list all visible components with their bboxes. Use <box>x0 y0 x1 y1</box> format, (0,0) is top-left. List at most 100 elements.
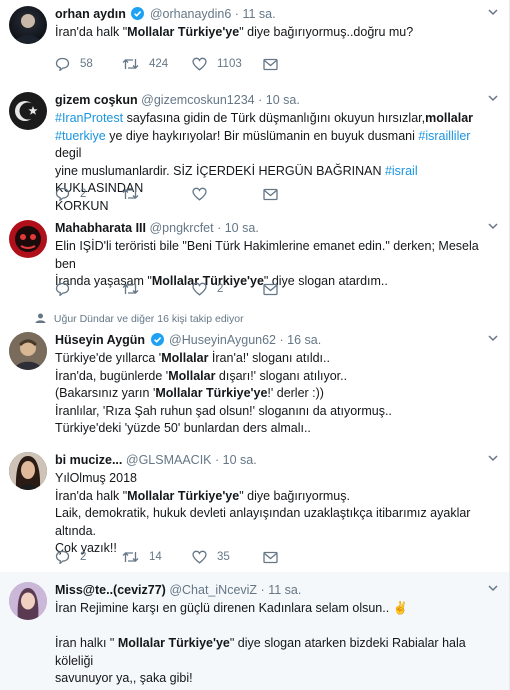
timestamp[interactable]: 10 sa. <box>266 93 300 107</box>
text-run: degil <box>55 146 82 160</box>
author-handle[interactable]: @Chat_iNceviZ <box>169 583 257 597</box>
tweet-text-line: Elin IŞİD'li teröristi bile "Beni Türk H… <box>55 238 498 273</box>
reply-button[interactable]: 2 <box>55 549 86 565</box>
tweet-text-line: (Bakarsınız yarın 'Mollalar Türkiye'ye!'… <box>55 385 498 403</box>
text-run: !' derler :)) <box>267 386 324 400</box>
message-button[interactable] <box>263 186 278 202</box>
chevron-down-icon[interactable] <box>488 454 498 462</box>
tweet-text-line: savunuyor ya,, şaka gibi! <box>55 670 498 688</box>
tweet-text: YılOlmuş 2018 İran'da halk "Mollalar Türk… <box>55 470 498 558</box>
tweet-text-line: #tuerkiye ye diye haykırıyolar! Bir müsl… <box>55 128 498 163</box>
retweet-button[interactable] <box>122 186 139 202</box>
like-count: 1103 <box>217 58 242 70</box>
chevron-down-icon[interactable] <box>488 94 498 102</box>
tweet[interactable]: Miss@te..(ceviz77) @Chat_iNceviZ · 11 sa… <box>0 572 510 690</box>
chevron-down-icon[interactable] <box>488 8 498 16</box>
text-run: İran Rejimine karşı en güçlü direnen Kad… <box>55 601 409 615</box>
message-button[interactable] <box>263 281 278 297</box>
like-button[interactable] <box>192 186 207 202</box>
tweet-text: İran Rejimine karşı en güçlü direnen Kad… <box>55 600 498 688</box>
avatar[interactable] <box>9 332 47 370</box>
avatar[interactable] <box>9 582 47 620</box>
tweet[interactable]: Uğur Dündar ve diğer 16 kişi takip ediyo… <box>0 304 510 443</box>
timestamp[interactable]: 11 sa. <box>242 7 275 21</box>
retweet-button[interactable] <box>122 281 139 297</box>
reply-button[interactable]: 2 <box>55 186 86 202</box>
heart-icon <box>192 282 207 296</box>
tweet-text-line: İran'da, bugünlerde 'Mollalar dışarı!' s… <box>55 368 498 386</box>
timestamp[interactable]: 16 sa. <box>287 333 321 347</box>
text-run: dışarı!' sloganı atılıyor.. <box>215 368 348 383</box>
like-count: 35 <box>217 551 230 563</box>
chevron-down-icon[interactable] <box>488 584 498 592</box>
tweet-header: orhan aydın @orhanaydin6 · 11 sa. <box>55 7 276 21</box>
avatar[interactable] <box>9 92 47 130</box>
bold-text: mollalar <box>425 111 474 125</box>
text-run: Türkiye'de yıllarca ' <box>55 351 162 365</box>
like-button[interactable]: 1103 <box>192 56 242 72</box>
retweet-count: 14 <box>149 551 162 563</box>
author-handle[interactable]: @HuseyinAygun62 <box>169 333 276 347</box>
text-run: Laik, demokratik, hukuk devleti anlayışı… <box>55 506 471 538</box>
timestamp[interactable]: 11 sa. <box>268 583 301 597</box>
tweet[interactable]: Mahabharata III @pngkrcfet · 10 sa. Elin… <box>0 210 510 305</box>
bold-text: Mollalar <box>161 351 209 365</box>
reply-button[interactable] <box>55 281 70 297</box>
retweet-icon <box>122 59 139 69</box>
author-name[interactable]: Miss@te..(ceviz77) <box>55 583 166 597</box>
hashtag-link[interactable]: #israil <box>385 164 418 178</box>
social-context: Uğur Dündar ve diğer 16 kişi takip ediyo… <box>35 312 244 326</box>
hashtag-link[interactable]: #israilliler <box>418 129 470 143</box>
envelope-icon <box>263 188 278 200</box>
message-button[interactable] <box>263 549 278 565</box>
tweet[interactable]: gizem coşkun @gizemcoskun1234 · 10 sa. #… <box>0 82 510 213</box>
avatar[interactable] <box>9 6 47 44</box>
social-context-text[interactable]: Uğur Dündar ve diğer 16 kişi takip ediyo… <box>54 313 244 325</box>
tweet[interactable]: orhan aydın @orhanaydin6 · 11 sa. İran'd… <box>0 0 510 83</box>
author-handle[interactable]: @pngkrcfet <box>149 221 213 235</box>
retweet-icon <box>122 552 139 562</box>
avatar[interactable] <box>9 452 47 490</box>
tweet[interactable]: bi mucize... @GLSMAACIK · 10 sa. YılOlmu… <box>0 442 510 573</box>
bold-text: Mollalar Türkiye'ye <box>127 25 240 39</box>
envelope-icon <box>263 58 278 70</box>
timestamp[interactable]: 10 sa. <box>223 453 257 467</box>
author-name[interactable]: Mahabharata III <box>55 221 146 235</box>
verified-badge-icon <box>131 7 145 20</box>
tweet-text-line: İran Rejimine karşı en güçlü direnen Kad… <box>55 600 498 618</box>
like-button[interactable]: 35 <box>192 549 230 565</box>
text-run: " diye bağırıyormuş. <box>239 488 350 503</box>
author-handle[interactable]: @orhanaydin6 <box>150 7 232 21</box>
retweet-button[interactable]: 424 <box>122 56 168 72</box>
text-run: İran'a!' sloganı atıldı.. <box>208 351 330 365</box>
reply-icon <box>55 550 70 564</box>
reply-button[interactable]: 58 <box>55 56 93 72</box>
tweet-text: Türkiye'de yıllarca 'Mollalar İran'a!' s… <box>55 350 498 438</box>
author-name[interactable]: bi mucize... <box>55 453 122 467</box>
text-run: yine muslumanlardir. SİZ İÇERDEKİ HERGÜN… <box>55 163 385 178</box>
hashtag-link[interactable]: #IranProtest <box>55 111 123 125</box>
hashtag-link[interactable]: #tuerkiye <box>55 129 106 143</box>
tweet-text-line: YılOlmuş 2018 <box>55 470 498 488</box>
like-button[interactable]: 2 <box>192 281 223 297</box>
text-run: " diye bağırıyormuş..doğru mu? <box>239 25 414 39</box>
author-name[interactable]: orhan aydın <box>55 7 126 21</box>
timestamp[interactable]: 10 sa. <box>225 221 259 235</box>
bold-text: Mollalar Türkiye'ye <box>127 488 240 503</box>
author-name[interactable]: Hüseyin Aygün <box>55 333 145 347</box>
message-button[interactable] <box>263 56 278 72</box>
text-run: ye diye haykırıyolar! Bir müslümanin en … <box>105 128 419 143</box>
tweet-text-line: Türkiye'de yıllarca 'Mollalar İran'a!' s… <box>55 350 498 368</box>
reply-icon <box>55 57 70 71</box>
text-run: YılOlmuş 2018 <box>55 471 137 485</box>
author-name[interactable]: gizem coşkun <box>55 93 138 107</box>
author-handle[interactable]: @GLSMAACIK <box>126 453 212 467</box>
avatar[interactable] <box>9 220 47 258</box>
tweet-text-line <box>55 618 498 636</box>
chevron-down-icon[interactable] <box>488 222 498 230</box>
retweet-button[interactable]: 14 <box>122 549 162 565</box>
text-run: savunuyor ya,, şaka gibi! <box>55 671 193 685</box>
author-handle[interactable]: @gizemcoskun1234 <box>141 93 254 107</box>
retweet-icon <box>122 189 139 199</box>
chevron-down-icon[interactable] <box>488 334 498 342</box>
